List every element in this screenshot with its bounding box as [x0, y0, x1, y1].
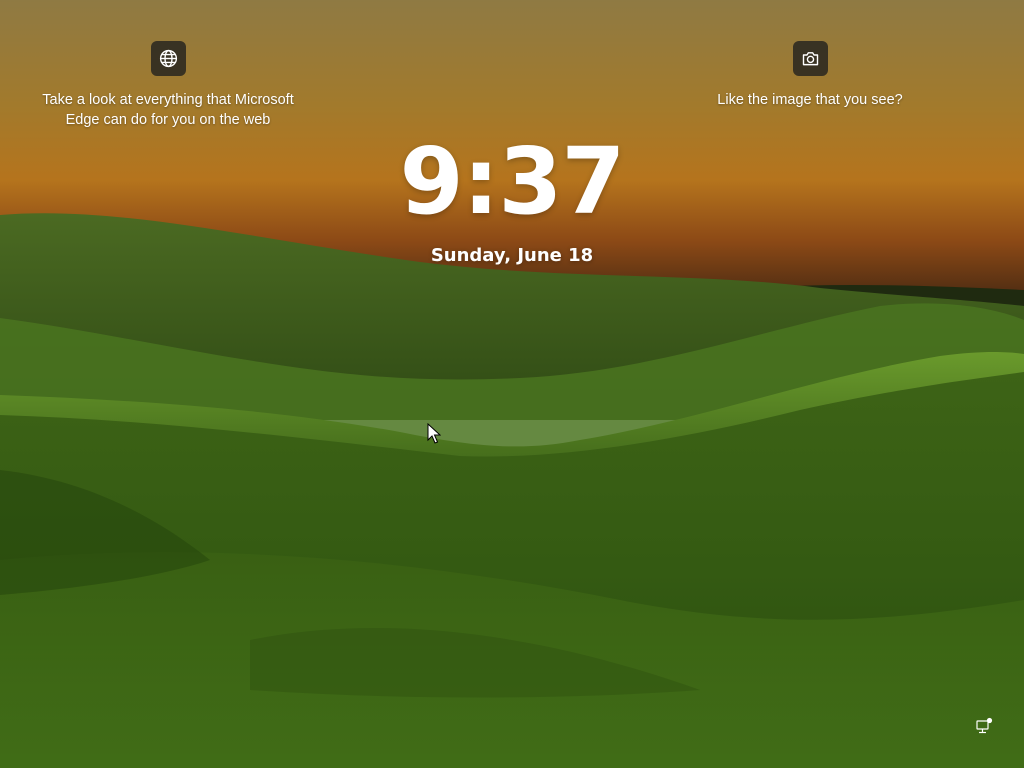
ethernet-network-icon[interactable] — [975, 717, 993, 735]
lock-screen-clock: 9:37 — [399, 128, 626, 235]
spotlight-tip-right-text[interactable]: Like the image that you see? — [717, 90, 902, 110]
camera-icon[interactable] — [792, 41, 828, 76]
spotlight-tip-left[interactable]: Take a look at everything that Microsoft… — [38, 41, 298, 130]
lock-screen-date: Sunday, June 18 — [430, 245, 594, 266]
globe-icon[interactable] — [150, 41, 186, 76]
mouse-cursor-icon — [427, 423, 441, 444]
spotlight-tip-right[interactable]: Like the image that you see? — [700, 41, 920, 110]
spotlight-tip-left-text[interactable]: Take a look at everything that Microsoft… — [38, 90, 298, 130]
